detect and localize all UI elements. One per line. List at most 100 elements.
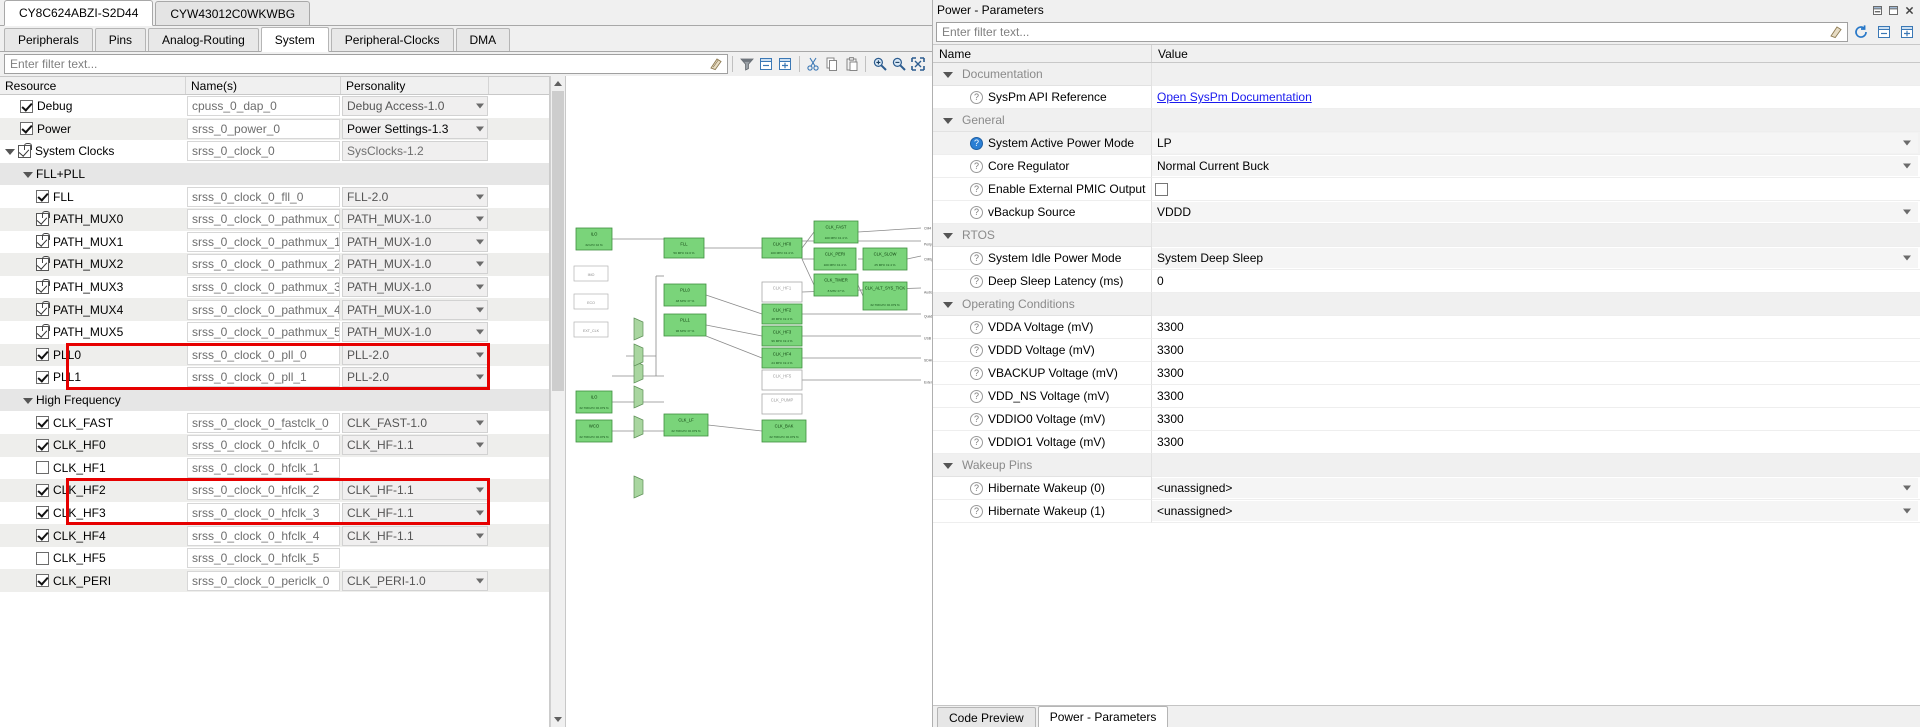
resource-name-value[interactable]: srss_0_clock_0_pathmux_2 — [187, 254, 340, 275]
tree-resource-cell[interactable]: CLK_HF2 — [0, 479, 186, 502]
help-icon[interactable]: ? — [970, 182, 983, 196]
tree-resource-cell[interactable]: PATH_MUX1 — [0, 231, 186, 254]
copy-icon[interactable] — [823, 54, 842, 74]
personality-select[interactable]: SysClocks-1.2 — [342, 141, 488, 162]
parameter-text-field[interactable]: 3300 — [1152, 386, 1918, 406]
diagram-block[interactable]: ILO 32.768 kHz ±0.079 % — [575, 390, 613, 414]
resource-name-cell[interactable]: srss_0_clock_0_pathmux_0 — [186, 208, 341, 231]
parameter-name-cell[interactable]: ? Deep Sleep Latency (ms) — [933, 270, 1152, 293]
resource-name-cell[interactable]: srss_0_clock_0_pathmux_2 — [186, 253, 341, 276]
resource-checkbox[interactable] — [36, 461, 49, 475]
parameter-row[interactable]: ? Hibernate Wakeup (0) <unassigned> — [933, 477, 1920, 500]
resource-name-value[interactable]: srss_0_clock_0_pathmux_0 — [187, 209, 340, 230]
diagram-block[interactable]: CLK_SLOW 25 MHz ±2.4 % — [862, 247, 908, 271]
help-icon[interactable]: ? — [970, 205, 983, 219]
personality-cell[interactable]: Debug Access-1.0 — [341, 95, 489, 118]
chevron-down-icon[interactable] — [1903, 485, 1911, 491]
personality-cell[interactable] — [341, 547, 489, 570]
diagram-block[interactable]: CLK_BAK 32.768 kHz ±0.079 % — [761, 419, 807, 443]
clock-diagram-panel[interactable]: FLL 50 MHz ±2.0 % CLK_FAST 100 MHz ±2.4 % CL… — [565, 76, 932, 727]
parameter-group-row[interactable]: Wakeup Pins — [933, 454, 1920, 477]
diagram-block[interactable]: CLK_HF5 — [761, 369, 803, 391]
tree-resource-cell[interactable]: PLL0 — [0, 344, 186, 367]
tree-row[interactable]: CLK_PERI srss_0_clock_0_periclk_0 CLK_PERI… — [0, 569, 549, 593]
chevron-down-icon[interactable] — [476, 442, 484, 448]
parameter-checkbox[interactable] — [1155, 182, 1168, 196]
diagram-block[interactable]: CLK_HF1 — [761, 281, 803, 303]
tree-resource-cell[interactable]: PATH_MUX5 — [0, 321, 186, 344]
parameter-group-row[interactable]: Operating Conditions — [933, 293, 1920, 316]
parameter-value-cell[interactable]: System Deep Sleep — [1152, 247, 1920, 270]
help-icon[interactable]: ? — [970, 159, 983, 173]
resource-checkbox[interactable] — [36, 529, 49, 543]
tree-row[interactable]: CLK_HF1 srss_0_clock_0_hfclk_1 — [0, 457, 549, 480]
resource-tree-body[interactable]: Debug cpuss_0_dap_0 Debug Access-1.0 Power s… — [0, 95, 549, 727]
personality-select[interactable]: PATH_MUX-1.0 — [342, 299, 488, 320]
tree-resource-cell[interactable]: CLK_PERI — [0, 569, 186, 592]
resource-name-value[interactable]: srss_0_clock_0_pathmux_4 — [187, 299, 340, 320]
personality-cell[interactable]: CLK_HF-1.1 — [341, 502, 489, 525]
eraser-icon[interactable] — [708, 56, 724, 72]
parameter-value-cell[interactable]: 0 — [1152, 270, 1920, 293]
resource-checkbox[interactable] — [36, 370, 49, 384]
parameter-text-field[interactable]: 3300 — [1152, 317, 1918, 337]
tree-resource-cell[interactable]: CLK_HF0 — [0, 434, 186, 457]
personality-cell[interactable]: CLK_HF-1.1 — [341, 434, 489, 457]
parameter-group-name-cell[interactable]: RTOS — [933, 224, 1152, 247]
parameter-text-field[interactable]: 0 — [1152, 271, 1918, 291]
parameter-value-cell[interactable]: 3300 — [1152, 339, 1920, 362]
tree-row[interactable]: CLK_HF3 srss_0_clock_0_hfclk_3 CLK_HF-1.1 — [0, 502, 549, 525]
tree-row[interactable]: PATH_MUX3 srss_0_clock_0_pathmux_3 PATH_MU… — [0, 276, 549, 299]
locked-checkbox-icon[interactable] — [36, 278, 50, 294]
column-header-name[interactable]: Name — [933, 45, 1152, 62]
parameters-table-body[interactable]: Documentation? SysPm API Reference Open Sy… — [933, 63, 1920, 705]
chevron-down-icon[interactable] — [22, 169, 33, 179]
column-header-personality[interactable]: Personality — [341, 77, 489, 94]
parameter-text-field[interactable]: 3300 — [1152, 409, 1918, 429]
tree-resource-cell[interactable]: PATH_MUX0 — [0, 208, 186, 231]
parameter-value-cell[interactable] — [1152, 178, 1920, 201]
tree-row[interactable]: Debug cpuss_0_dap_0 Debug Access-1.0 — [0, 95, 549, 118]
section-tab-analog-routing[interactable]: Analog-Routing — [148, 28, 259, 51]
device-tab-0[interactable]: CY8C624ABZI-S2D44 — [4, 0, 154, 26]
diagram-block[interactable]: PLL0 48 MHz ±7 % — [663, 283, 707, 307]
tree-group-cell[interactable]: FLL+PLL — [0, 163, 549, 186]
diagram-block[interactable]: CLK_HF0 100 MHz ±2.4 % — [761, 237, 803, 259]
resource-checkbox[interactable] — [20, 99, 33, 113]
tree-row[interactable]: CLK_FAST srss_0_clock_0_fastclk_0 CLK_FAST… — [0, 411, 549, 434]
parameter-combobox[interactable]: <unassigned> — [1152, 501, 1918, 521]
parameter-value-cell[interactable]: 3300 — [1152, 316, 1920, 339]
chevron-down-icon[interactable] — [4, 146, 15, 156]
personality-cell[interactable]: Power Settings-1.3 — [341, 118, 489, 141]
tree-group-cell[interactable]: High Frequency — [0, 389, 549, 412]
parameter-row[interactable]: ? VDDD Voltage (mV) 3300 — [933, 339, 1920, 362]
resource-name-cell[interactable]: srss_0_clock_0 — [186, 140, 341, 163]
chevron-down-icon[interactable] — [476, 126, 484, 132]
parameter-name-cell[interactable]: ? vBackup Source — [933, 201, 1152, 224]
personality-select[interactable]: CLK_HF-1.1 — [342, 525, 488, 546]
tree-row[interactable]: CLK_HF4 srss_0_clock_0_hfclk_4 CLK_HF-1.1 — [0, 524, 549, 547]
resource-checkbox[interactable] — [20, 122, 33, 136]
resource-name-cell[interactable]: srss_0_clock_0_hfclk_3 — [186, 502, 341, 525]
help-icon[interactable]: ? — [970, 389, 983, 403]
resource-checkbox[interactable] — [36, 438, 49, 452]
chevron-down-icon[interactable] — [476, 533, 484, 539]
section-tab-peripherals[interactable]: Peripherals — [4, 28, 93, 51]
chevron-down-icon[interactable] — [943, 115, 953, 125]
chevron-down-icon[interactable] — [476, 352, 484, 358]
chevron-down-icon[interactable] — [943, 230, 953, 240]
help-icon[interactable]: ? — [970, 251, 983, 265]
tree-row[interactable]: Power srss_0_power_0 Power Settings-1.3 — [0, 117, 549, 141]
personality-select[interactable]: PATH_MUX-1.0 — [342, 322, 488, 343]
bottom-tab-code-preview[interactable]: Code Preview — [937, 707, 1036, 727]
personality-cell[interactable]: FLL-2.0 — [341, 185, 489, 208]
parameter-row[interactable]: ? vBackup Source VDDD — [933, 201, 1920, 224]
tree-row[interactable]: PATH_MUX0 srss_0_clock_0_pathmux_0 PATH_MU… — [0, 207, 549, 231]
tree-row[interactable]: PATH_MUX5 srss_0_clock_0_pathmux_5 PATH_MU… — [0, 321, 549, 344]
help-icon[interactable]: ? — [970, 412, 983, 426]
chevron-down-icon[interactable] — [943, 460, 953, 470]
parameter-name-cell[interactable]: ? Core Regulator — [933, 155, 1152, 178]
chevron-down-icon[interactable] — [1903, 508, 1911, 514]
chevron-down-icon[interactable] — [1903, 163, 1911, 169]
personality-select[interactable]: CLK_FAST-1.0 — [342, 412, 488, 433]
